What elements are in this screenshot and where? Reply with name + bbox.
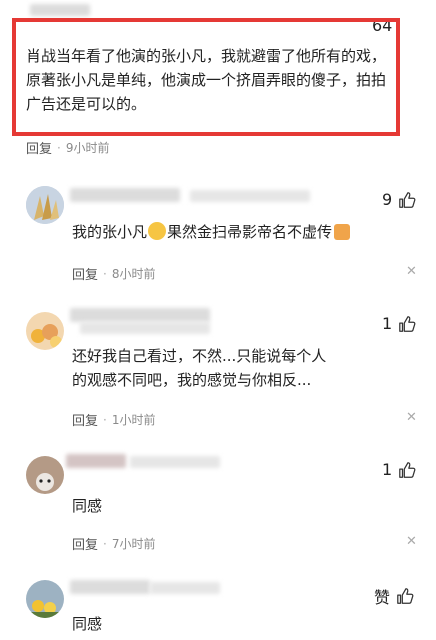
comment-meta: 回复 · 1小时前: [72, 410, 156, 430]
username-blurred: [66, 454, 126, 468]
comment-text-part-2: 果然金扫帚影帝名不虚传: [167, 223, 333, 241]
reply-button[interactable]: 回复: [72, 410, 98, 429]
username-blurred: [70, 580, 150, 594]
like-button[interactable]: 1: [382, 460, 416, 479]
thumbs-up-icon: [397, 588, 414, 604]
like-count: 1: [382, 460, 393, 479]
comment-text: 我的张小凡 果然金扫帚影帝名不虚传: [72, 220, 402, 244]
avatar-image: [26, 580, 64, 618]
username-blurred: [70, 308, 210, 322]
reply-button[interactable]: 回复: [26, 138, 52, 157]
avatar[interactable]: [26, 312, 64, 350]
timestamp: 7小时前: [111, 537, 156, 551]
like-count: 1: [382, 314, 393, 333]
close-icon[interactable]: ✕: [406, 534, 417, 549]
comment-text: 还好我自己看过，不然...只能说每个人的观感不同吧，我的感觉与你相反...: [72, 347, 327, 389]
emoji-icon: [148, 222, 167, 240]
comment-meta: 回复 · 7小时前: [72, 534, 156, 554]
avatar-image: [26, 186, 64, 224]
username-blurred: [150, 582, 220, 594]
username-blurred: [190, 190, 310, 202]
like-count: 9: [382, 190, 393, 209]
username-blurred: [80, 322, 210, 334]
timestamp: 1小时前: [111, 413, 156, 427]
username-blurred: [130, 456, 220, 468]
comment-text-part-1: 我的张小凡: [72, 223, 148, 241]
like-button[interactable]: 1: [382, 314, 416, 333]
comment-text: 同感: [72, 497, 103, 515]
reply-button[interactable]: 回复: [72, 264, 98, 283]
avatar[interactable]: [26, 186, 64, 224]
close-icon[interactable]: ✕: [406, 410, 417, 425]
highlight-box: [12, 18, 400, 136]
comment-meta: 回复 · 9小时前: [26, 138, 110, 158]
comment-meta: 回复 · 8小时前: [72, 264, 156, 284]
avatar-image: [26, 312, 64, 350]
thumbs-up-icon: [399, 315, 416, 332]
reply-button[interactable]: 回复: [72, 534, 98, 553]
timestamp: 9小时前: [65, 141, 110, 155]
username-blurred: [70, 188, 180, 202]
comment-text: 同感: [72, 615, 103, 633]
like-button[interactable]: 赞: [374, 584, 414, 608]
like-button[interactable]: 9: [382, 190, 416, 209]
avatar-image: [26, 456, 64, 494]
username-blurred: [30, 4, 90, 16]
like-label: 赞: [374, 588, 391, 607]
thumbs-up-icon: [399, 191, 416, 208]
close-icon[interactable]: ✕: [406, 264, 417, 279]
thumbs-up-icon: [399, 461, 416, 478]
thumbs-up-emoji-icon: [334, 224, 351, 240]
timestamp: 8小时前: [111, 267, 156, 281]
avatar[interactable]: [26, 580, 64, 618]
avatar[interactable]: [26, 456, 64, 494]
